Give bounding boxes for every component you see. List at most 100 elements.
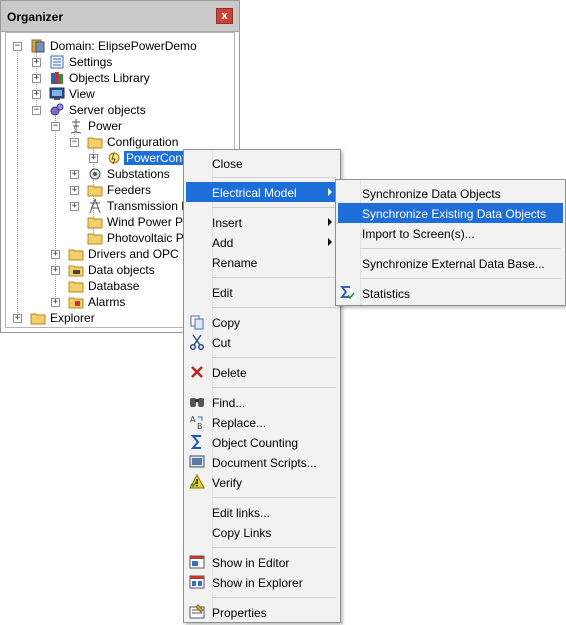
explorer-folder-icon: [30, 313, 46, 325]
menu-item-delete[interactable]: Delete: [186, 362, 338, 382]
menu-item-label: Import to Screen(s)...: [362, 227, 475, 241]
menu-item-label: Verify: [212, 476, 243, 490]
collapse-toggle[interactable]: −: [51, 122, 60, 131]
menu-item-label: Replace...: [212, 416, 267, 430]
expand-toggle[interactable]: +: [89, 154, 98, 163]
menu-item-label: Electrical Model: [212, 186, 297, 200]
cut-icon: [189, 334, 205, 350]
menu-item-replace[interactable]: A B Replace...: [186, 412, 338, 432]
menu-item-edit[interactable]: Edit: [186, 282, 338, 302]
library-icon: [51, 72, 63, 84]
menu-item-label: Document Scripts...: [212, 456, 317, 470]
tree-node-server-objects[interactable]: − Server objects: [31, 102, 211, 118]
menu-item-synchronize-data-objects[interactable]: Synchronize Data Objects: [338, 183, 563, 203]
data-objects-icon: [68, 265, 84, 277]
expand-toggle[interactable]: +: [13, 314, 22, 323]
menu-item-document-scripts[interactable]: Document Scripts...: [186, 452, 338, 472]
expand-toggle[interactable]: +: [51, 298, 60, 307]
menu-item-label: Show in Explorer: [212, 576, 303, 590]
properties-icon: [189, 604, 205, 619]
expand-toggle[interactable]: +: [32, 74, 41, 83]
menu-item-synchronize-existing-data-objects[interactable]: Synchronize Existing Data Objects: [338, 203, 563, 223]
tree-node-label: Domain: ElipsePowerDemo: [50, 39, 197, 53]
menu-item-statistics[interactable]: Statistics: [338, 283, 563, 303]
menu-item-rename[interactable]: Rename: [186, 252, 338, 272]
menu-separator: [212, 277, 336, 278]
tree-node-view[interactable]: + View: [31, 86, 211, 102]
expand-toggle[interactable]: +: [51, 266, 60, 275]
domain-icon: [31, 39, 45, 53]
tree-node-label: Objects Library: [69, 71, 150, 85]
menu-separator: [212, 387, 336, 388]
menu-item-label: Copy: [212, 316, 241, 330]
tree-node-label: Settings: [69, 55, 113, 69]
menu-item-label: Rename: [212, 256, 258, 270]
expand-toggle[interactable]: +: [32, 90, 41, 99]
menu-item-label: Find...: [212, 396, 246, 410]
tree-node-label: Alarms: [88, 295, 126, 309]
menu-item-copy-links[interactable]: Copy Links: [186, 522, 338, 542]
menu-item-add[interactable]: Add: [186, 232, 338, 252]
folder-icon: [87, 137, 103, 149]
server-objects-icon: [50, 103, 64, 116]
menu-item-edit-links[interactable]: Edit links...: [186, 502, 338, 522]
tree-node-label: Feeders: [107, 183, 152, 197]
tree-node-domain[interactable]: − Domain: ElipsePowerDemo: [12, 38, 212, 54]
menu-item-electrical-model[interactable]: Electrical Model: [186, 182, 338, 202]
menu-item-insert[interactable]: Insert: [186, 212, 338, 232]
transmission-icon: [89, 198, 101, 214]
menu-item-show-in-editor[interactable]: Show in Editor: [186, 552, 338, 572]
menu-item-copy[interactable]: Copy: [186, 312, 338, 332]
menu-item-label: Delete: [212, 366, 247, 380]
tree-node-label: Configuration: [107, 135, 179, 149]
tree-node-objects-library[interactable]: + Objects Library: [31, 70, 211, 86]
menu-separator: [360, 278, 561, 279]
expand-toggle[interactable]: +: [70, 186, 79, 195]
view-icon: [49, 87, 65, 100]
menu-item-object-counting[interactable]: Object Counting: [186, 432, 338, 452]
collapse-toggle[interactable]: −: [70, 138, 79, 147]
menu-item-cut[interactable]: Cut: [186, 332, 338, 352]
show-editor-icon: [189, 555, 205, 569]
tree-node-label: Substations: [107, 167, 170, 181]
expand-toggle[interactable]: +: [70, 202, 79, 211]
menu-item-label: Copy Links: [212, 526, 272, 540]
menu-item-close[interactable]: Close: [186, 153, 338, 173]
menu-separator: [212, 307, 336, 308]
menu-item-import-to-screens[interactable]: Import to Screen(s)...: [338, 223, 563, 243]
menu-item-properties[interactable]: Properties: [186, 602, 338, 622]
collapse-toggle[interactable]: −: [13, 42, 22, 51]
collapse-toggle[interactable]: −: [32, 106, 41, 115]
substations-icon: [89, 168, 101, 180]
submenu-arrow-icon: [328, 238, 332, 246]
folder-icon: [87, 217, 103, 229]
scripts-icon: [189, 455, 205, 468]
submenu-arrow-icon: [328, 218, 332, 226]
expand-toggle[interactable]: +: [51, 250, 60, 259]
menu-item-find[interactable]: Find...: [186, 392, 338, 412]
tree-node-settings[interactable]: + Settings: [31, 54, 211, 70]
organizer-title: Organizer: [7, 10, 64, 24]
menu-item-label: Object Counting: [212, 436, 299, 450]
folder-icon: [68, 249, 84, 261]
tree-node-configuration[interactable]: − Configuration: [69, 134, 234, 150]
settings-icon: [50, 55, 64, 69]
menu-separator: [212, 177, 336, 178]
show-explorer-icon: [189, 575, 205, 589]
tree-node-explorer[interactable]: + Explorer: [12, 310, 192, 326]
menu-separator: [212, 547, 336, 548]
context-menu: Close Electrical Model Insert Add Rename…: [183, 149, 341, 623]
tree-node-power[interactable]: − Power: [50, 118, 230, 134]
menu-item-show-in-explorer[interactable]: Show in Explorer: [186, 572, 338, 592]
menu-item-label: Synchronize External Data Base...: [362, 257, 545, 271]
menu-item-label: Close: [212, 157, 243, 171]
menu-separator: [212, 357, 336, 358]
expand-toggle[interactable]: +: [32, 58, 41, 67]
menu-item-synchronize-external-data-base[interactable]: Synchronize External Data Base...: [338, 253, 563, 273]
menu-item-verify[interactable]: Verify: [186, 472, 338, 492]
menu-item-label: Edit links...: [212, 506, 271, 520]
copy-icon: [190, 315, 204, 330]
expand-toggle[interactable]: +: [70, 170, 79, 179]
replace-icon: A B: [190, 415, 203, 430]
close-panel-button[interactable]: x: [216, 8, 233, 24]
